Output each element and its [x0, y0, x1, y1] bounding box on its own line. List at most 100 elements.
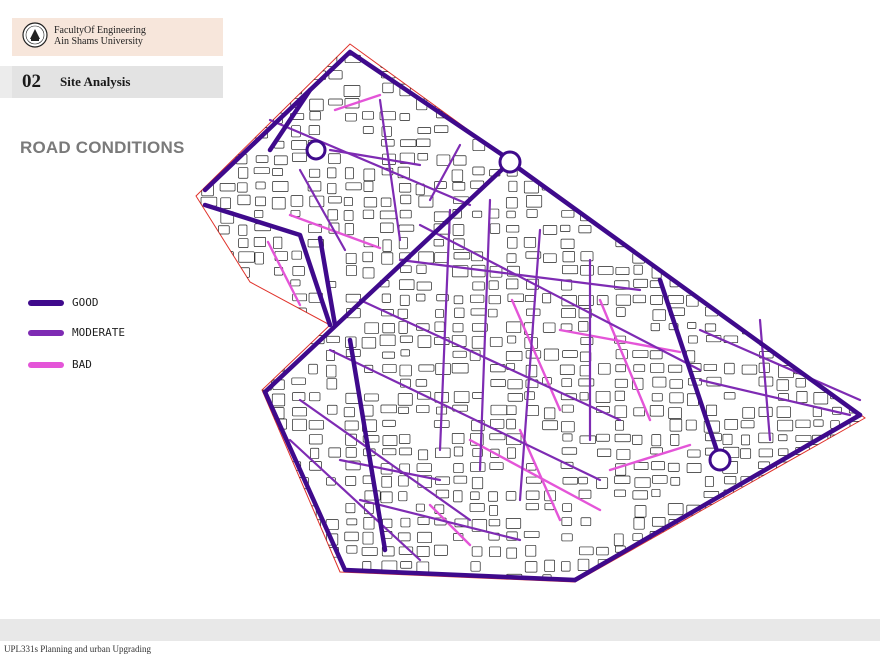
- building-block: [505, 141, 522, 153]
- building-block: [759, 167, 772, 176]
- building-block: [796, 322, 812, 332]
- building-block: [831, 309, 843, 322]
- building-block: [706, 55, 722, 64]
- building-block: [829, 138, 841, 146]
- building-block: [830, 110, 846, 121]
- building-block: [866, 393, 878, 402]
- building-block: [704, 112, 722, 124]
- building-block: [848, 449, 858, 463]
- building-block: [290, 322, 302, 332]
- building-block: [829, 362, 846, 375]
- building-block: [219, 126, 230, 140]
- building-block: [758, 141, 772, 153]
- building-block: [739, 139, 756, 150]
- building-block: [454, 588, 467, 595]
- building-block: [471, 111, 487, 124]
- building-block: [869, 210, 879, 219]
- building-block: [596, 56, 609, 64]
- building-block: [685, 69, 696, 81]
- roundabout-north: [498, 150, 522, 174]
- building-block: [273, 447, 287, 456]
- building-block: [794, 210, 804, 218]
- building-block: [505, 112, 517, 126]
- building-block: [704, 237, 721, 246]
- building-block: [867, 562, 879, 573]
- building-block: [255, 322, 266, 331]
- building-block: [236, 463, 252, 471]
- building-block: [217, 57, 232, 67]
- building-block: [867, 282, 880, 291]
- building-block: [199, 461, 212, 473]
- building-block: [742, 239, 753, 247]
- building-block: [722, 281, 736, 290]
- building-block: [831, 558, 843, 572]
- building-block: [542, 126, 554, 134]
- page-title: ROAD CONDITIONS: [20, 138, 185, 157]
- building-block: [704, 561, 715, 572]
- building-block: [705, 84, 716, 98]
- building-block: [309, 546, 324, 555]
- building-block: [651, 197, 665, 210]
- building-block: [688, 573, 701, 582]
- building-block: [256, 306, 272, 320]
- building-block: [256, 419, 272, 427]
- building-block: [256, 504, 268, 517]
- building-block: [686, 182, 702, 195]
- building-block: [722, 127, 733, 140]
- building-block: [832, 574, 845, 582]
- building-block: [812, 362, 829, 371]
- building-block: [867, 127, 880, 137]
- building-block: [814, 253, 825, 262]
- building-block: [200, 322, 213, 333]
- building-block: [686, 139, 702, 148]
- building-block: [256, 474, 273, 484]
- building-block: [254, 461, 265, 471]
- building-block: [650, 236, 659, 248]
- roundabout-southeast: [708, 448, 732, 472]
- building-block: [200, 559, 217, 567]
- building-block: [507, 589, 516, 600]
- building-block: [741, 503, 756, 512]
- building-block: [866, 546, 875, 557]
- building-block: [399, 71, 414, 80]
- building-block: [721, 139, 732, 147]
- building-block: [703, 124, 718, 136]
- building-block: [830, 82, 844, 92]
- building-block: [220, 588, 231, 599]
- building-block: [849, 195, 862, 206]
- building-block: [687, 519, 697, 531]
- building-block: [202, 140, 214, 153]
- building-block: [633, 139, 649, 150]
- building-block: [704, 575, 720, 582]
- building-block: [794, 561, 812, 569]
- building-block: [525, 587, 537, 595]
- building-block: [670, 589, 682, 597]
- building-block: [343, 574, 360, 582]
- building-block: [757, 489, 771, 500]
- building-block: [776, 251, 788, 261]
- legend-label-good: GOOD: [72, 296, 99, 309]
- building-block: [380, 56, 393, 68]
- building-block: [722, 237, 736, 250]
- building-block: [579, 140, 590, 150]
- building-block: [829, 98, 847, 112]
- building-block: [776, 224, 793, 234]
- building-block: [760, 503, 770, 513]
- building-block: [869, 266, 880, 274]
- building-block: [775, 196, 787, 204]
- building-block: [292, 590, 307, 600]
- building-block: [201, 168, 212, 182]
- building-block: [490, 127, 506, 137]
- building-block: [722, 531, 740, 543]
- building-block: [525, 85, 540, 95]
- building-block: [274, 476, 291, 488]
- building-block: [202, 239, 216, 251]
- building-block: [794, 183, 804, 193]
- building-block: [866, 296, 879, 307]
- building-block: [740, 278, 753, 288]
- building-block: [867, 112, 880, 119]
- building-block: [797, 587, 812, 598]
- building-block: [866, 140, 880, 150]
- building-block: [597, 71, 607, 82]
- building-block: [308, 55, 326, 65]
